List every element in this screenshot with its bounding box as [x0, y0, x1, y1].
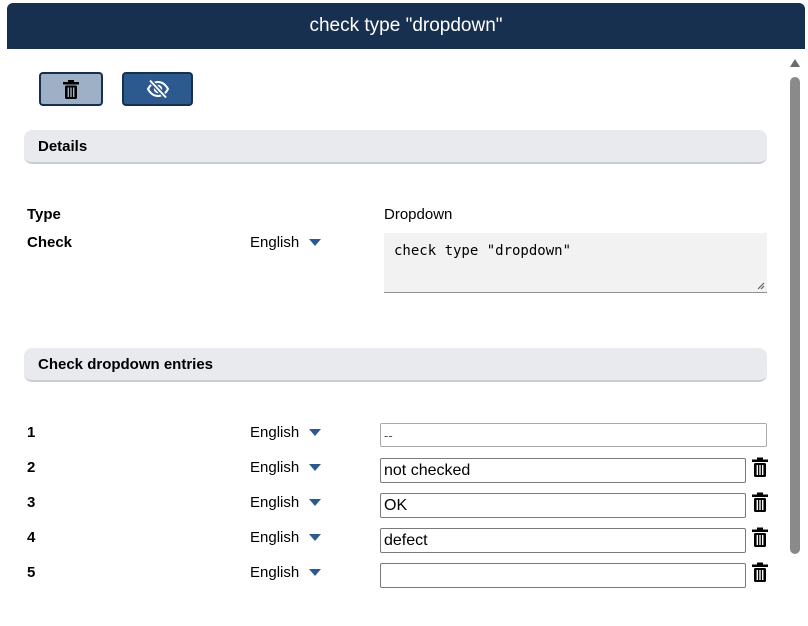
chevron-down-icon — [309, 499, 322, 506]
entry-value-input[interactable]: -- — [380, 423, 767, 447]
entry-language-select[interactable]: English — [250, 459, 322, 476]
language-label: English — [250, 564, 300, 581]
delete-entry-trash-icon[interactable] — [752, 457, 768, 477]
delete-entry-trash-icon[interactable] — [752, 562, 768, 582]
entry-value-input[interactable]: not checked — [380, 458, 746, 483]
entry-index: 4 — [27, 529, 36, 546]
window-title: check type "dropdown" — [7, 3, 805, 49]
type-value: Dropdown — [384, 206, 453, 223]
entry-index: 2 — [27, 459, 36, 476]
entry-index: 3 — [27, 494, 36, 511]
language-label: English — [250, 529, 300, 546]
entry-index: 1 — [27, 424, 36, 441]
delete-entry-trash-icon[interactable] — [752, 527, 768, 547]
entry-index: 5 — [27, 564, 36, 581]
delete-entry-trash-icon[interactable] — [752, 492, 768, 512]
check-text-area[interactable]: check type "dropdown" — [384, 233, 767, 293]
entry-language-select[interactable]: English — [250, 494, 322, 511]
chevron-down-icon — [309, 464, 322, 471]
chevron-down-icon — [309, 429, 322, 436]
eye-slash-icon — [146, 79, 169, 99]
trash-icon — [63, 79, 79, 99]
section-details[interactable]: Details — [24, 130, 767, 164]
chevron-down-icon — [309, 569, 322, 576]
hide-button[interactable] — [122, 72, 193, 106]
language-label: English — [250, 234, 300, 251]
check-language-select[interactable]: English — [250, 234, 322, 251]
entry-language-select[interactable]: English — [250, 529, 322, 546]
language-label: English — [250, 494, 300, 511]
entry-value-input[interactable]: OK — [380, 493, 746, 518]
entry-language-select[interactable]: English — [250, 564, 322, 581]
type-label: Type — [27, 206, 61, 223]
scroll-thumb[interactable] — [790, 77, 800, 554]
chevron-down-icon — [309, 534, 322, 541]
delete-button[interactable] — [39, 72, 103, 106]
resize-handle-icon[interactable] — [757, 282, 765, 290]
section-dropdown-entries[interactable]: Check dropdown entries — [24, 348, 767, 382]
scroll-up-arrow-icon[interactable] — [790, 59, 800, 67]
scrollbar[interactable] — [788, 55, 802, 626]
check-label: Check — [27, 234, 73, 251]
language-label: English — [250, 424, 300, 441]
entry-value-input[interactable]: defect — [380, 528, 746, 553]
check-text: check type "dropdown" — [394, 243, 572, 259]
entry-language-select[interactable]: English — [250, 424, 322, 441]
entry-value-input[interactable] — [380, 563, 746, 588]
chevron-down-icon — [309, 239, 322, 246]
language-label: English — [250, 459, 300, 476]
